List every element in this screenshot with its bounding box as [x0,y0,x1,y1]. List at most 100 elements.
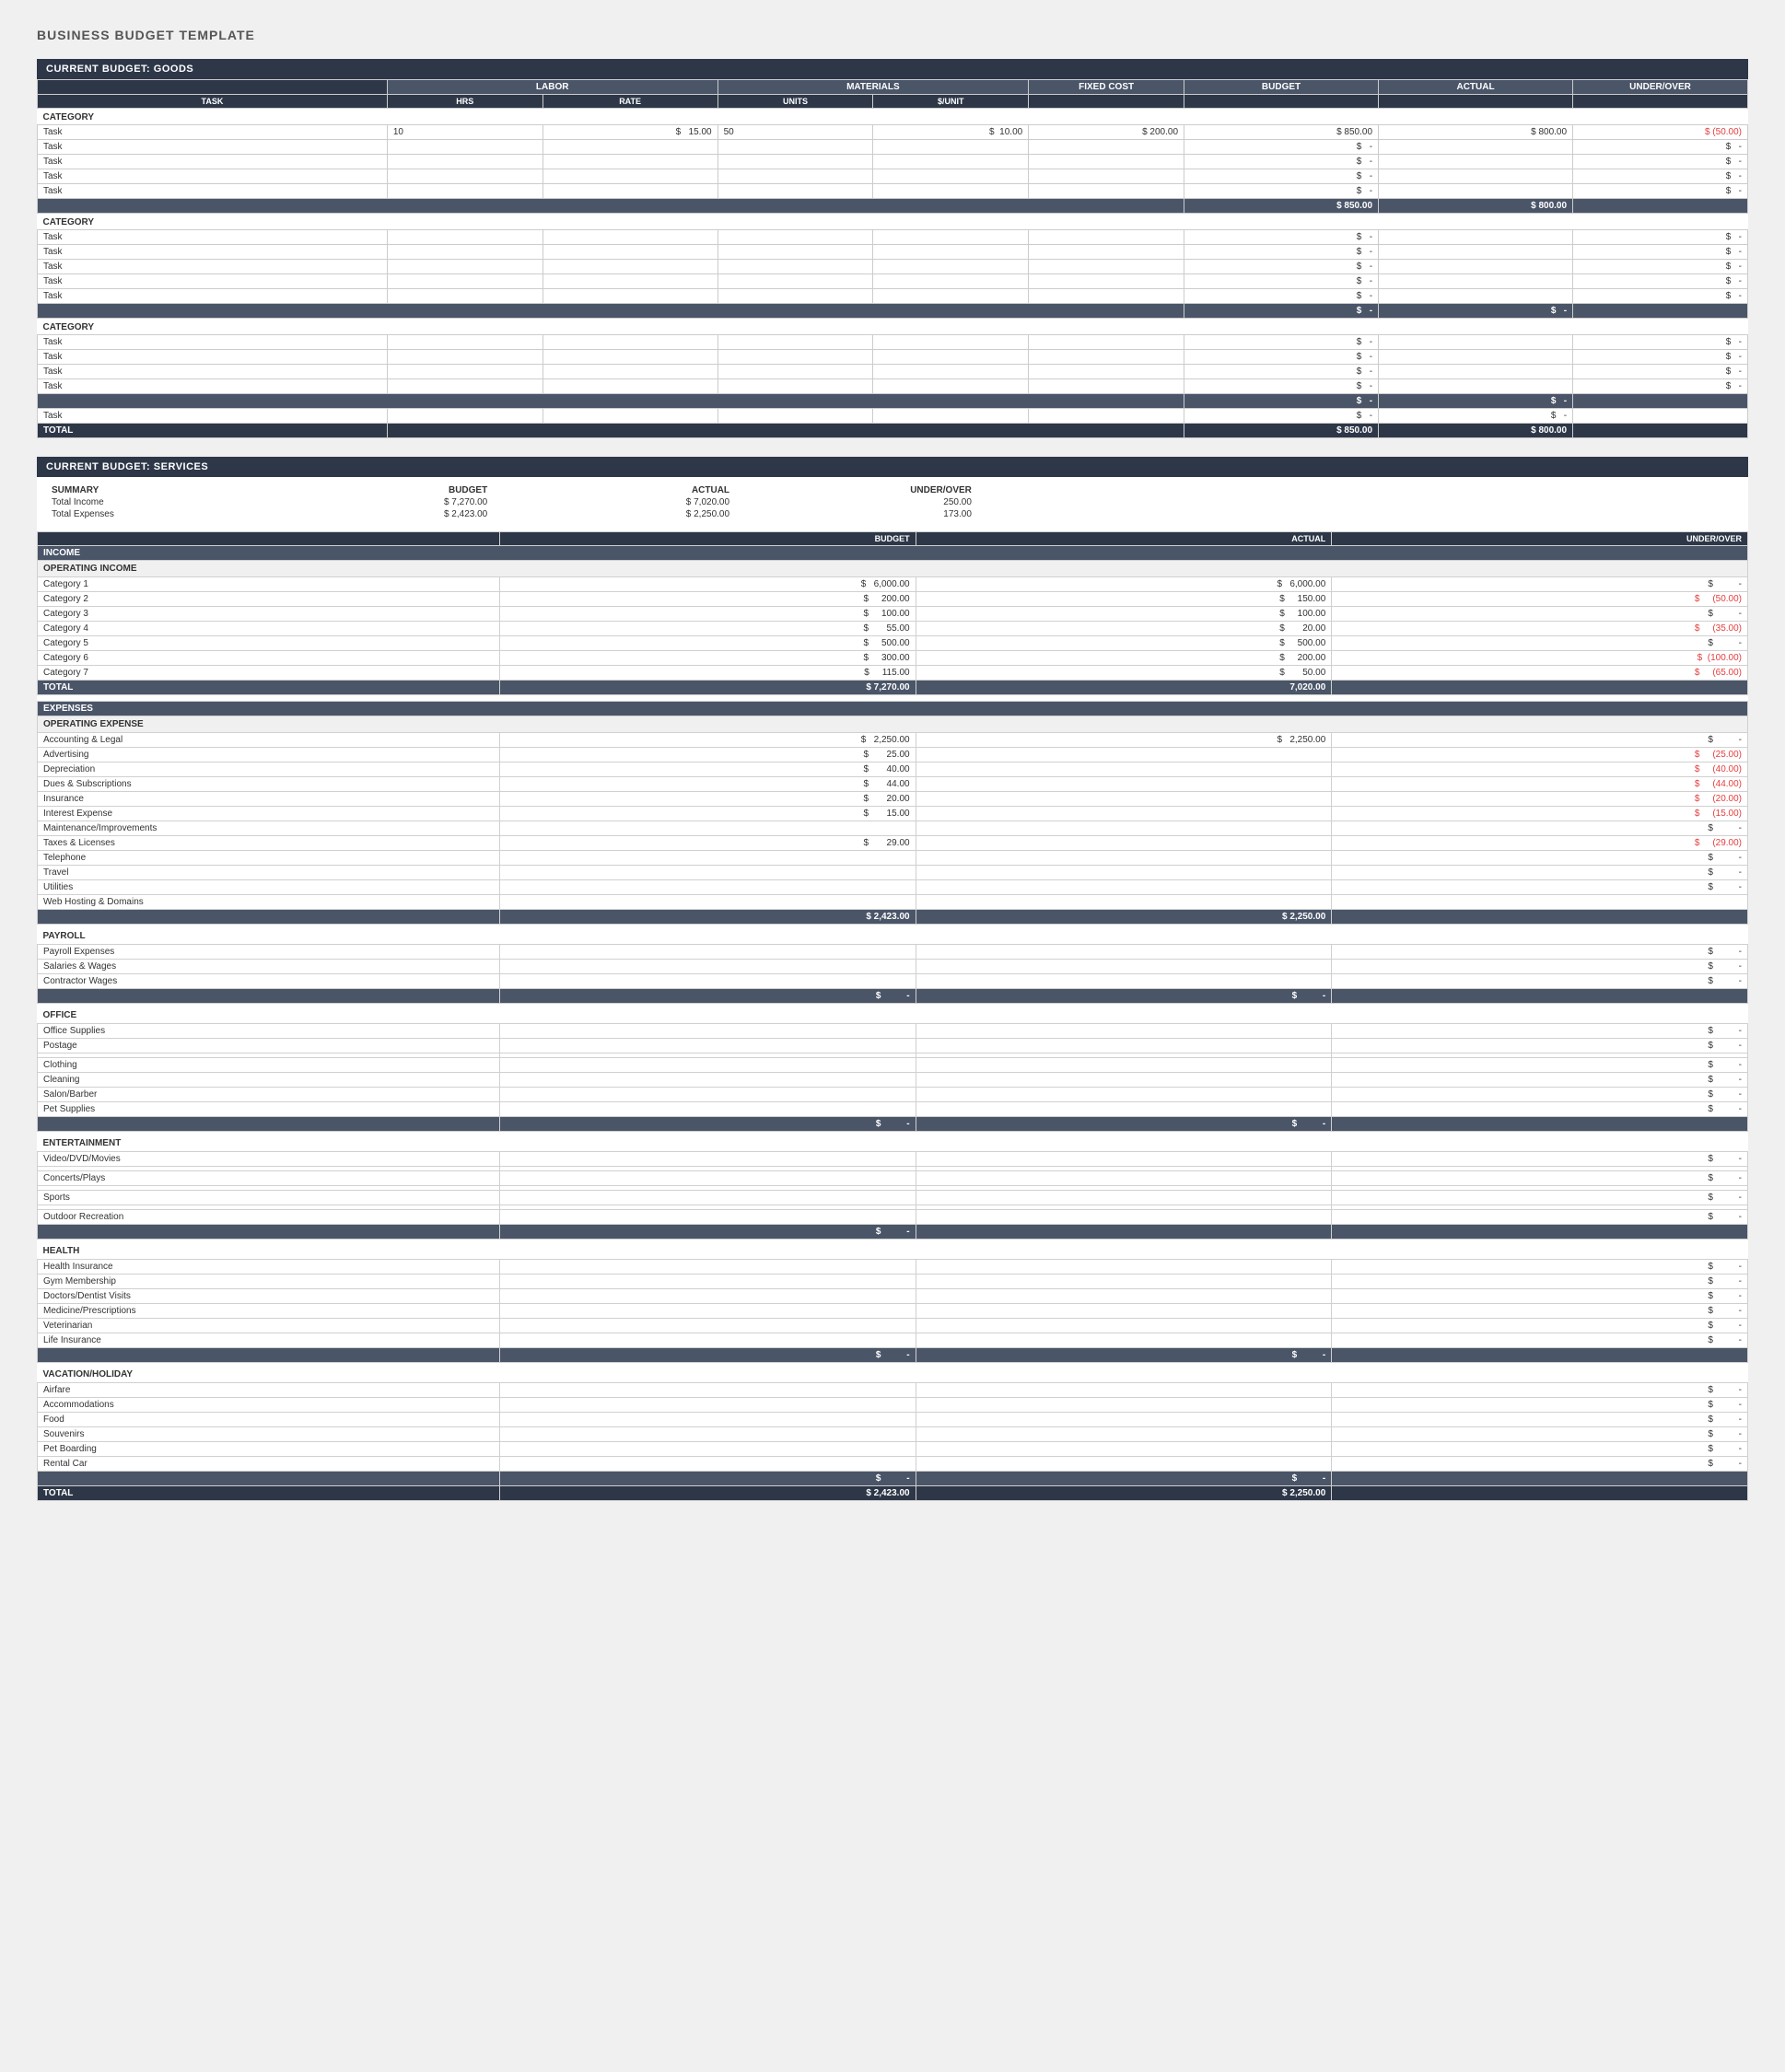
list-item: Category 2 $ 200.00 $ 150.00 $ (50.00) [38,592,1748,607]
table-row: Task $ - $ - [38,350,1748,365]
summary-label: SUMMARY [46,484,251,496]
table-row: Task $ - $ - [38,365,1748,379]
list-item: Category 1 $ 6,000.00 $ 6,000.00 $ - [38,577,1748,592]
subtotal-row-3: $ - $ - [38,394,1748,409]
list-item: Salon/Barber $ - [38,1088,1748,1102]
subtotal-row-2: $ - $ - [38,304,1748,319]
list-item: Taxes & Licenses $ 29.00 $ (29.00) [38,836,1748,851]
category-label-2: CATEGORY [38,214,1748,230]
th-rate: RATE [542,95,718,109]
summary-income-row: Total Income $ 7,270.00 $ 7,020.00 250.0… [46,496,977,508]
list-item: Payroll Expenses $ - [38,945,1748,960]
list-item: Depreciation $ 40.00 $ (40.00) [38,762,1748,777]
task-cell: Task [38,125,388,140]
table-row: Task $ - $ - [38,169,1748,184]
services-header: CURRENT BUDGET: SERVICES [37,457,1748,477]
income-total-row: TOTAL $ 7,270.00 7,020.00 [38,681,1748,695]
list-item: Travel $ - [38,866,1748,880]
th-task-sub: TASK [38,95,388,109]
th-fixed-cost: FIXED COST [1029,80,1184,95]
svc-th-cat [38,532,500,546]
svc-th-uo: UNDER/OVER [1332,532,1748,546]
operating-expense-total: $ 2,423.00 $ 2,250.00 [38,910,1748,925]
list-item: Category 3 $ 100.00 $ 100.00 $ - [38,607,1748,622]
list-item: Life Insurance $ - [38,1333,1748,1348]
th-actual: ACTUAL [1379,80,1573,95]
list-item: Office Supplies $ - [38,1024,1748,1039]
health-total: $ - $ - [38,1348,1748,1363]
table-row: Task 10 $ 15.00 50 $ 10.00 $ 200.00 $ 85… [38,125,1748,140]
summary-uo-header: UNDER/OVER [735,484,977,496]
list-item: Interest Expense $ 15.00 $ (15.00) [38,807,1748,821]
health-header: HEALTH [38,1243,1748,1260]
list-item: Clothing $ - [38,1058,1748,1073]
list-item: Pet Supplies $ - [38,1102,1748,1117]
vacation-subtotal: $ - $ - [38,1472,1748,1486]
list-item: Doctors/Dentist Visits $ - [38,1289,1748,1304]
list-item: Accommodations $ - [38,1398,1748,1413]
th-actual-sub [1379,95,1573,109]
list-item: Insurance $ 20.00 $ (20.00) [38,792,1748,807]
table-row: Task $ - $ - [38,155,1748,169]
th-unit-cost: $/UNIT [873,95,1029,109]
th-labor: LABOR [387,80,718,95]
units-cell: 50 [718,125,873,140]
table-row: Task $ - $ - [38,245,1748,260]
unit-cost-cell: $ 10.00 [873,125,1029,140]
list-item: Salaries & Wages $ - [38,960,1748,974]
grand-total-row: TOTAL $ 2,423.00 $ 2,250.00 [38,1486,1748,1501]
table-row: Task $ - $ - [38,289,1748,304]
th-budget: BUDGET [1184,80,1379,95]
office-total: $ - $ - [38,1117,1748,1132]
list-item: Category 4 $ 55.00 $ 20.00 $ (35.00) [38,622,1748,636]
vacation-header: VACATION/HOLIDAY [38,1367,1748,1383]
hrs-cell: 10 [387,125,542,140]
expenses-section-header: EXPENSES [38,702,1748,716]
table-row: Task $ - $ - [38,260,1748,274]
table-row: Task $ - $ - [38,230,1748,245]
svc-th-budget: BUDGET [499,532,916,546]
list-item: Pet Boarding $ - [38,1442,1748,1457]
list-item: Maintenance/Improvements $ - [38,821,1748,836]
operating-income-header: OPERATING INCOME [38,561,1748,577]
table-row: Task $ - $ - [38,274,1748,289]
th-units: UNITS [718,95,873,109]
income-section-header: INCOME [38,546,1748,561]
goods-header: CURRENT BUDGET: GOODS [37,59,1748,79]
entertainment-total: $ - [38,1225,1748,1240]
list-item: Health Insurance $ - [38,1260,1748,1275]
spacer-row [38,695,1748,702]
list-item: Cleaning $ - [38,1073,1748,1088]
entertainment-header: ENTERTAINMENT [38,1135,1748,1152]
goods-total-row: TOTAL $ 850.00 $ 800.00 [38,424,1748,438]
operating-expense-header: OPERATING EXPENSE [38,716,1748,733]
summary-budget-header: BUDGET [251,484,493,496]
list-item: Veterinarian $ - [38,1319,1748,1333]
rate-cell: $ 15.00 [542,125,718,140]
summary-expenses-row: Total Expenses $ 2,423.00 $ 2,250.00 173… [46,508,977,520]
table-row: Task $ - $ - [38,379,1748,394]
summary-actual-header: ACTUAL [493,484,735,496]
list-item: Dues & Subscriptions $ 44.00 $ (44.00) [38,777,1748,792]
th-hrs: HRS [387,95,542,109]
list-item: Souvenirs $ - [38,1427,1748,1442]
th-budget-sub [1184,95,1379,109]
uo-cell: $ (50.00) [1573,125,1748,140]
list-item: Outdoor Recreation $ - [38,1210,1748,1225]
list-item: Sports $ - [38,1191,1748,1205]
th-fixed-sub [1029,95,1184,109]
table-row-single: Task $ - $ - [38,409,1748,424]
subtotal-row-1: $ 850.00 $ 800.00 [38,199,1748,214]
list-item: Airfare $ - [38,1383,1748,1398]
goods-section: CURRENT BUDGET: GOODS LABOR MATERIALS FI… [37,59,1748,438]
list-item: Gym Membership $ - [38,1275,1748,1289]
list-item: Contractor Wages $ - [38,974,1748,989]
list-item: Utilities $ - [38,880,1748,895]
list-item: Category 7 $ 115.00 $ 50.00 $ (65.00) [38,666,1748,681]
table-row: Task $ - $ - [38,335,1748,350]
list-item: Telephone $ - [38,851,1748,866]
th-under-over: UNDER/OVER [1573,80,1748,95]
page-title: BUSINESS BUDGET TEMPLATE [37,28,1748,42]
list-item: Food $ - [38,1413,1748,1427]
list-item: Medicine/Prescriptions $ - [38,1304,1748,1319]
